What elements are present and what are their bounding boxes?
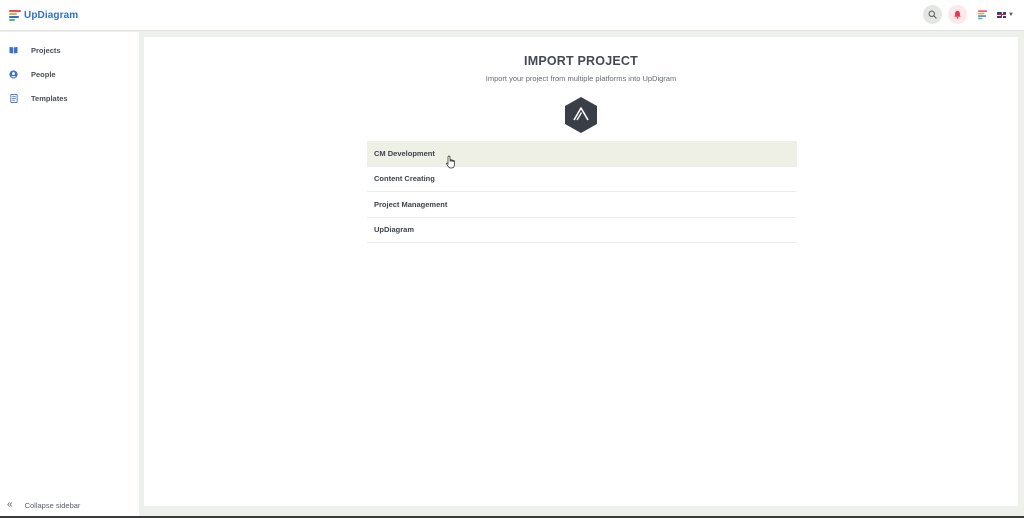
sidebar-item-label: Templates — [31, 93, 68, 103]
apps-icon — [977, 10, 988, 20]
book-icon — [9, 46, 18, 55]
sidebar-item-people[interactable]: People — [0, 62, 139, 86]
notifications-button[interactable] — [948, 5, 968, 24]
page-title: IMPORT PROJECT — [524, 54, 638, 68]
app-name: UpDiagram — [24, 9, 79, 21]
top-header: UpDiagram ▼ — [0, 0, 1024, 31]
uk-flag-icon — [997, 11, 1007, 18]
chevron-down-icon: ▼ — [1008, 11, 1014, 18]
hand-cursor-icon — [446, 155, 455, 169]
apps-button[interactable] — [973, 5, 992, 24]
app-logo[interactable]: UpDiagram — [9, 9, 79, 21]
search-icon — [928, 10, 937, 19]
language-selector[interactable]: ▼ — [997, 11, 1014, 18]
collapse-sidebar-button[interactable]: « Collapse sidebar — [7, 500, 80, 510]
list-item-project-management[interactable]: Project Management — [367, 192, 797, 218]
document-icon — [9, 93, 18, 103]
sidebar-item-projects[interactable]: Projects — [0, 38, 139, 62]
asana-hexagon-icon — [565, 97, 597, 133]
project-list: CM Development Content Creating Project … — [367, 141, 797, 243]
sidebar-item-templates[interactable]: Templates — [0, 86, 139, 110]
search-button[interactable] — [923, 5, 943, 24]
sidebar: Projects People Templates « Collapse sid… — [0, 32, 139, 518]
page-subtitle: Import your project from multiple platfo… — [485, 74, 677, 83]
bell-icon — [954, 10, 961, 19]
collapse-sidebar-label: Collapse sidebar — [24, 500, 81, 510]
list-item-cm-development[interactable]: CM Development — [367, 141, 797, 167]
list-item-updiagram[interactable]: UpDiagram — [367, 218, 797, 243]
double-chevron-left-icon: « — [7, 499, 13, 510]
list-item-content-creating[interactable]: Content Creating — [367, 167, 797, 192]
import-project-panel: IMPORT PROJECT Import your project from … — [144, 37, 1018, 506]
sidebar-item-label: People — [31, 69, 56, 79]
logo-icon — [9, 9, 21, 21]
sidebar-item-label: Projects — [31, 45, 61, 55]
user-icon — [9, 69, 18, 79]
